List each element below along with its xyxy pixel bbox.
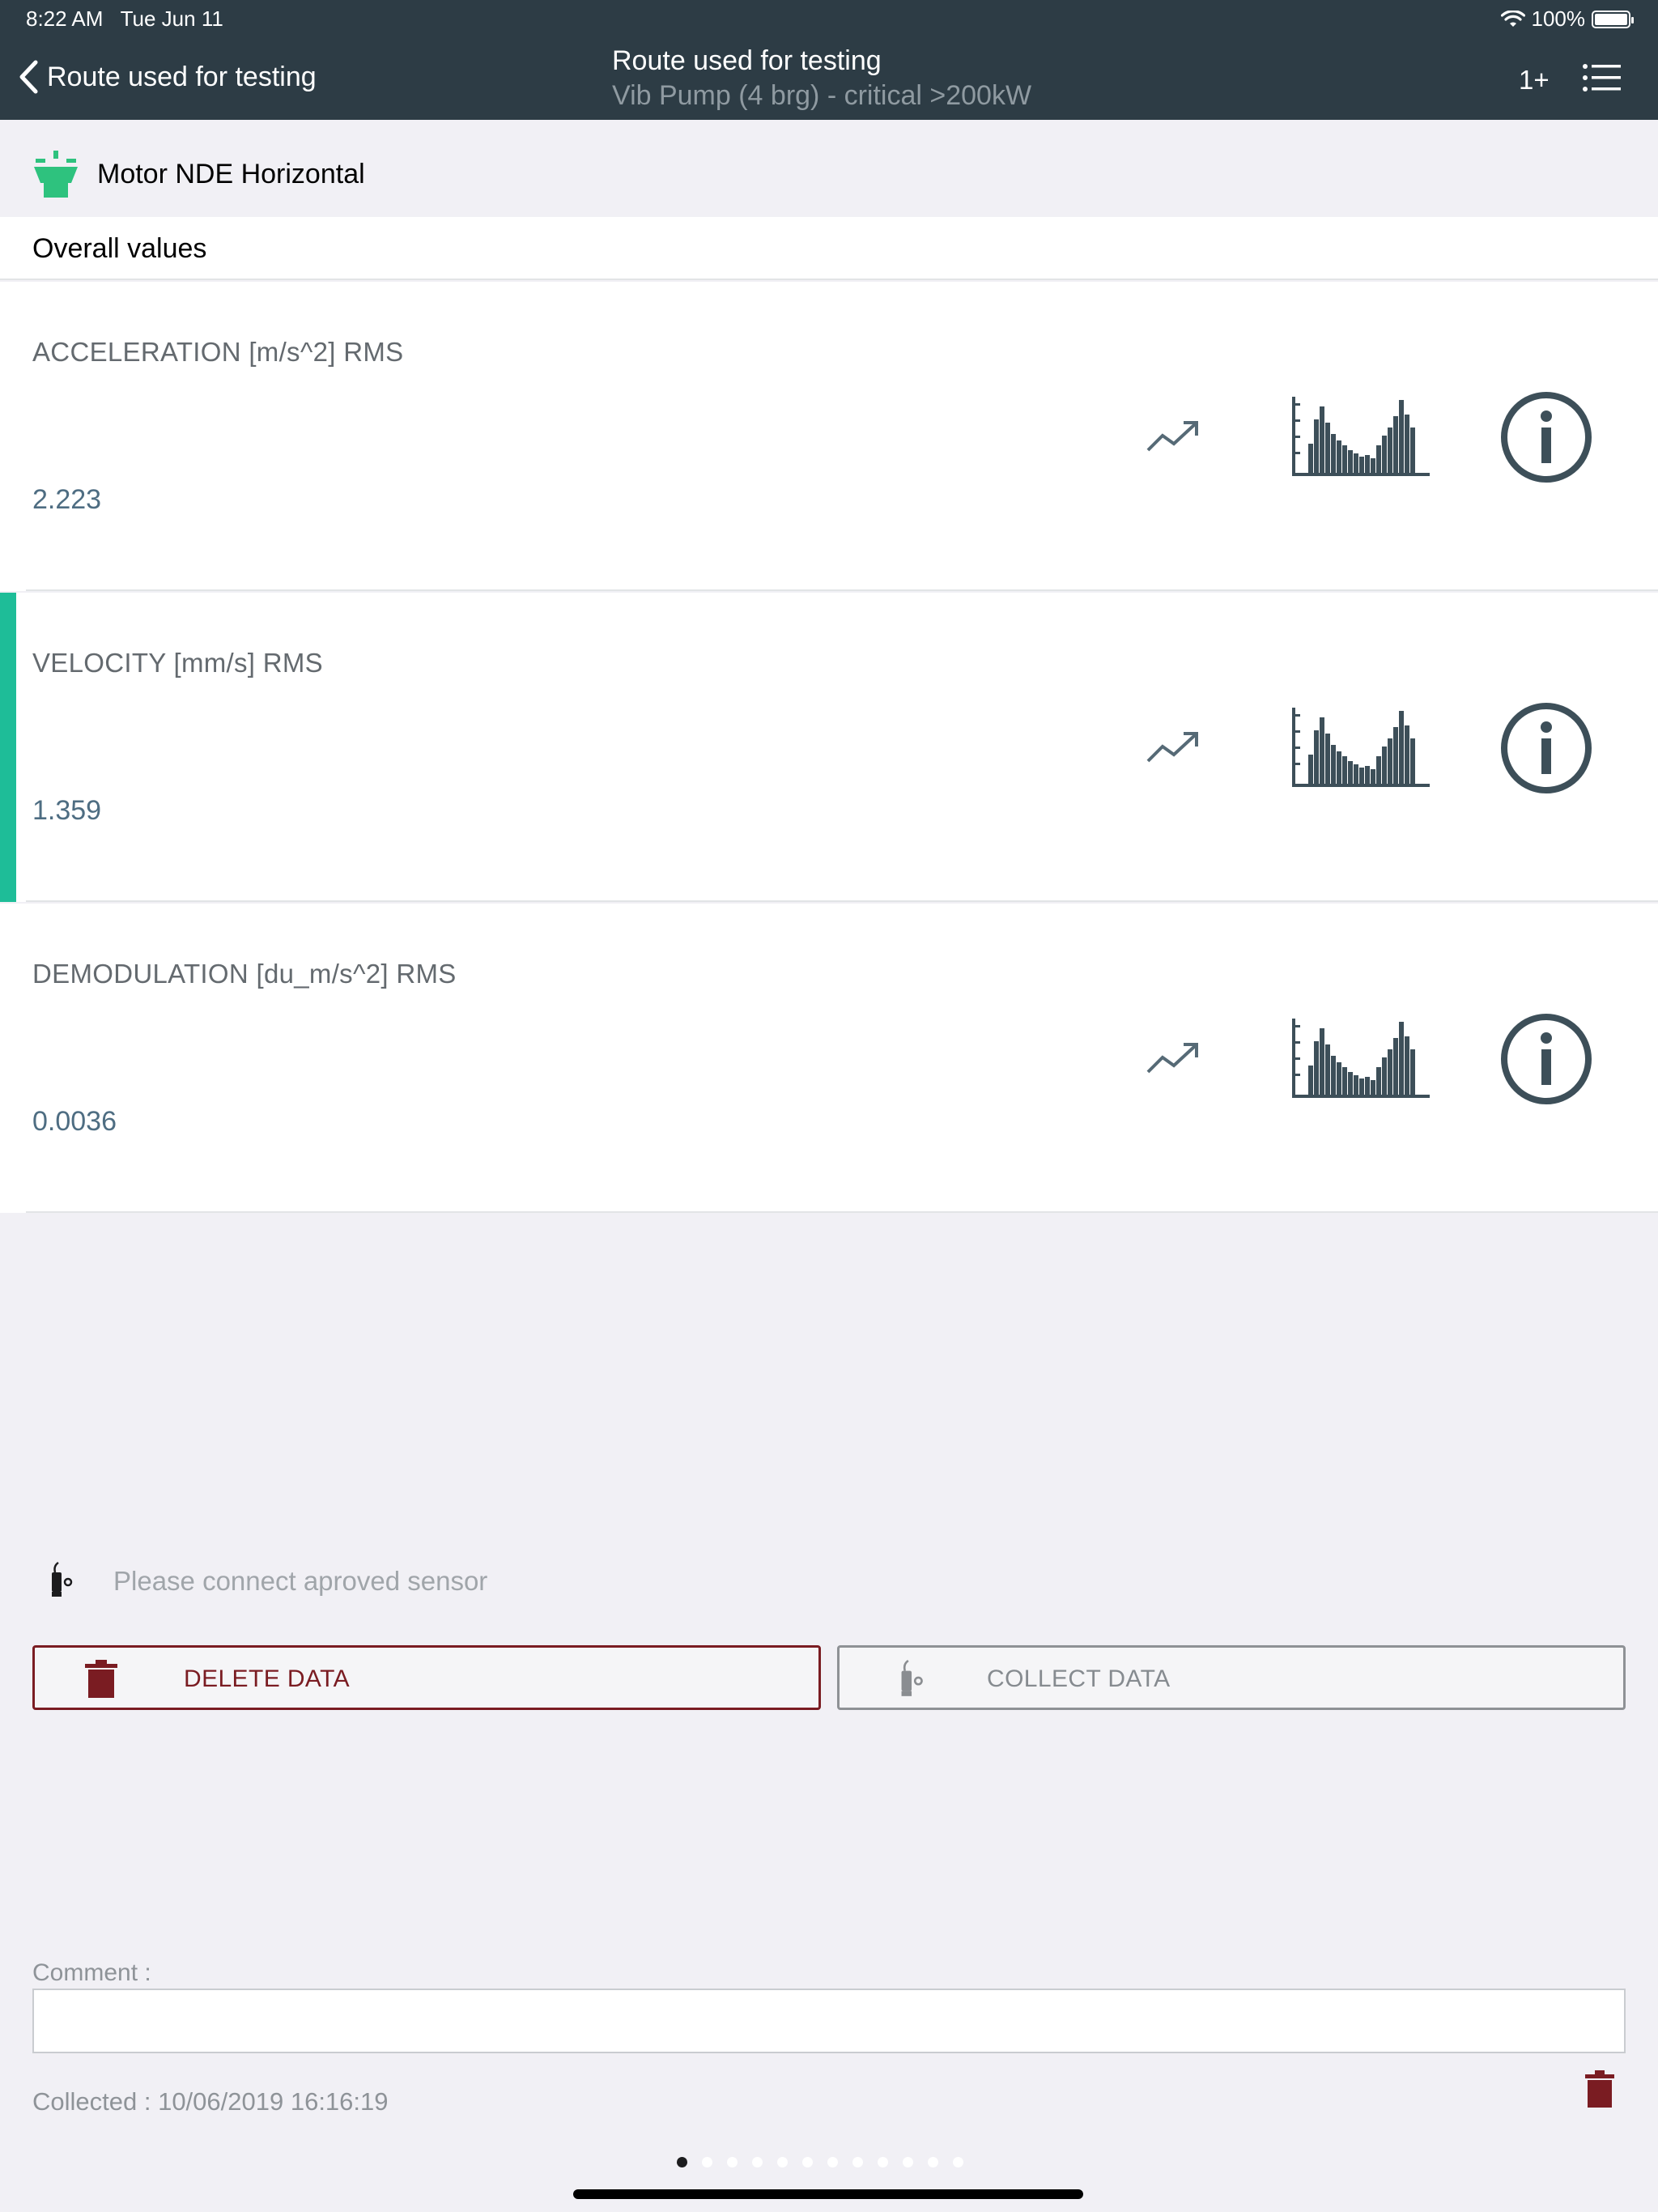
info-icon[interactable] bbox=[1499, 390, 1593, 484]
spectrum-icon[interactable] bbox=[1289, 395, 1431, 479]
page-dot[interactable] bbox=[878, 2157, 888, 2167]
status-indicators: 100% bbox=[1500, 6, 1634, 32]
measurement-row-velocity[interactable]: VELOCITY [mm/s] RMS 1.359 bbox=[0, 593, 1658, 902]
nav-title-block: Route used for testing Vib Pump (4 brg) … bbox=[612, 45, 1031, 112]
page-dot[interactable] bbox=[852, 2157, 863, 2167]
list-menu-icon[interactable] bbox=[1582, 62, 1622, 94]
trend-icon[interactable] bbox=[1143, 411, 1201, 460]
sensor-message: Please connect aproved sensor bbox=[113, 1566, 488, 1596]
page-dot[interactable] bbox=[928, 2157, 938, 2167]
measurement-value: 2.223 bbox=[32, 484, 102, 515]
point-title: Motor NDE Horizontal bbox=[97, 159, 365, 189]
section-title: Overall values bbox=[32, 233, 207, 264]
delete-comment-trash-icon[interactable] bbox=[1584, 2069, 1616, 2108]
comment-input[interactable] bbox=[32, 1989, 1626, 2053]
delete-data-button[interactable]: DELETE DATA bbox=[32, 1645, 821, 1710]
spectrum-icon[interactable] bbox=[1289, 706, 1431, 790]
back-button-label: Route used for testing bbox=[47, 61, 317, 92]
measurement-point-row: Motor NDE Horizontal bbox=[0, 120, 1658, 217]
collect-data-label: COLLECT DATA bbox=[987, 1665, 1171, 1692]
measurement-label: ACCELERATION [m/s^2] RMS bbox=[32, 337, 404, 367]
sensor-icon bbox=[901, 1660, 923, 1696]
measurement-row-demodulation[interactable]: DEMODULATION [du_m/s^2] RMS 0.0036 bbox=[0, 904, 1658, 1213]
measurement-row-acceleration[interactable]: ACCELERATION [m/s^2] RMS 2.223 bbox=[0, 282, 1658, 591]
info-icon[interactable] bbox=[1499, 1012, 1593, 1106]
page-dot[interactable] bbox=[827, 2157, 838, 2167]
page-indicator[interactable] bbox=[677, 2157, 963, 2167]
page-dot[interactable] bbox=[702, 2157, 712, 2167]
measurement-value: 0.0036 bbox=[32, 1106, 117, 1137]
multi-collect-button[interactable]: 1+ bbox=[1519, 65, 1550, 96]
page-dot[interactable] bbox=[777, 2157, 788, 2167]
trend-icon[interactable] bbox=[1143, 1033, 1201, 1082]
sensor-icon bbox=[52, 1561, 73, 1597]
page-dot[interactable] bbox=[953, 2157, 963, 2167]
back-button[interactable]: Route used for testing bbox=[18, 60, 317, 94]
measurement-label: DEMODULATION [du_m/s^2] RMS bbox=[32, 959, 457, 989]
row-divider bbox=[26, 589, 1658, 591]
status-clock: 8:22 AM bbox=[26, 6, 104, 31]
navigation-header: 8:22 AM Tue Jun 11 100% Route used for t… bbox=[0, 0, 1658, 120]
trend-icon[interactable] bbox=[1143, 722, 1201, 771]
battery-icon bbox=[1592, 10, 1634, 28]
status-date: Tue Jun 11 bbox=[120, 6, 223, 31]
wifi-icon bbox=[1500, 10, 1525, 27]
section-header: Overall values bbox=[0, 217, 1658, 280]
chevron-left-icon bbox=[19, 60, 38, 94]
sensor-status-icon bbox=[34, 151, 78, 198]
measurement-value: 1.359 bbox=[32, 795, 102, 826]
nav-title: Route used for testing bbox=[612, 45, 882, 76]
page-dot[interactable] bbox=[752, 2157, 763, 2167]
row-divider bbox=[26, 900, 1658, 902]
collect-data-button[interactable]: COLLECT DATA bbox=[837, 1645, 1626, 1710]
delete-data-label: DELETE DATA bbox=[184, 1665, 350, 1692]
battery-percent: 100% bbox=[1531, 6, 1586, 31]
comment-label: Comment : bbox=[32, 1959, 151, 1986]
status-time: 8:22 AM Tue Jun 11 bbox=[26, 6, 223, 32]
nav-subtitle: Vib Pump (4 brg) - critical >200kW bbox=[612, 80, 1032, 111]
row-divider bbox=[26, 1211, 1658, 1213]
trash-icon bbox=[85, 1660, 117, 1698]
page-dot[interactable] bbox=[903, 2157, 913, 2167]
sensor-notice: Please connect aproved sensor bbox=[0, 1555, 1658, 1603]
home-indicator[interactable] bbox=[573, 2189, 1083, 2199]
measurement-label: VELOCITY [mm/s] RMS bbox=[32, 648, 323, 678]
page-dot[interactable] bbox=[677, 2157, 687, 2167]
selected-indicator bbox=[0, 593, 16, 902]
page-dot[interactable] bbox=[727, 2157, 738, 2167]
page-dot[interactable] bbox=[802, 2157, 813, 2167]
page: 8:22 AM Tue Jun 11 100% Route used for t… bbox=[0, 0, 1658, 2212]
info-icon[interactable] bbox=[1499, 701, 1593, 795]
collected-timestamp: Collected : 10/06/2019 16:16:19 bbox=[32, 2087, 389, 2116]
spectrum-icon[interactable] bbox=[1289, 1017, 1431, 1101]
